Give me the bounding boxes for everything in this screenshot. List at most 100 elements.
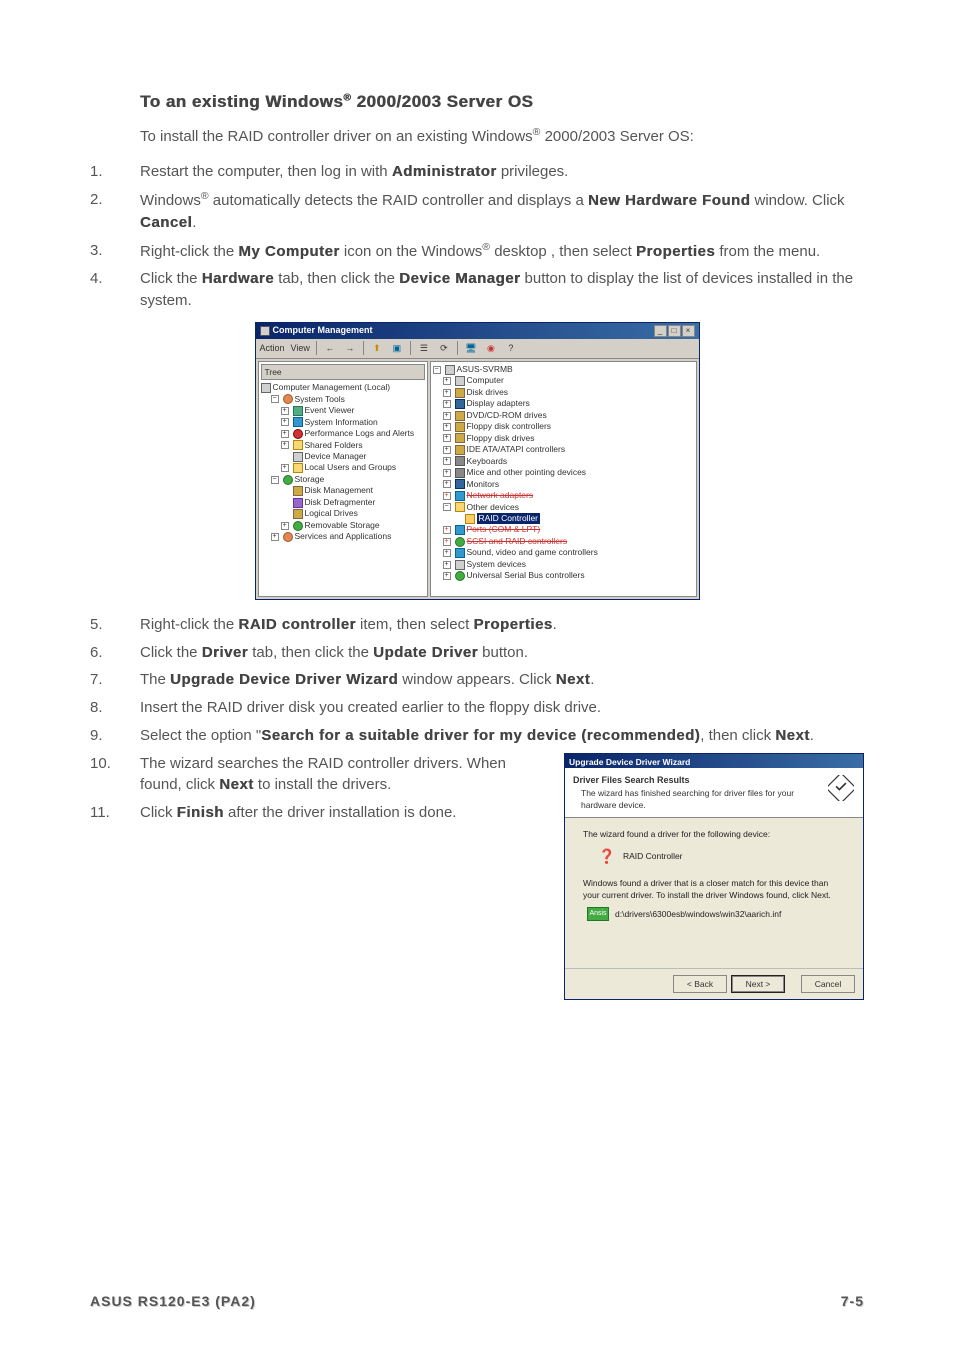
back-button[interactable]: < Back (673, 975, 727, 993)
maximize-button[interactable]: □ (668, 325, 681, 337)
collapse-icon[interactable]: − (433, 366, 441, 374)
refresh-icon[interactable]: ⟳ (437, 341, 451, 355)
help-icon[interactable]: ? (504, 341, 518, 355)
device-item[interactable]: +DVD/CD-ROM drives (433, 410, 694, 421)
step-text: The wizard searches the RAID controller … (140, 753, 550, 797)
device-item[interactable]: +Disk drives (433, 387, 694, 398)
expand-icon[interactable]: + (281, 418, 289, 426)
pc-icon[interactable]: 🖥 (464, 341, 478, 355)
device-item[interactable]: +IDE ATA/ATAPI controllers (433, 444, 694, 455)
tree-item[interactable]: +Event Viewer (261, 405, 425, 416)
update-driver-bold: Update Driver (373, 644, 478, 661)
expand-icon[interactable]: + (443, 389, 451, 397)
raid-controller-bold: RAID controller (238, 616, 356, 633)
expand-icon[interactable]: + (281, 522, 289, 530)
tree-item[interactable]: +Local Users and Groups (261, 462, 425, 473)
collapse-icon[interactable]: − (271, 395, 279, 403)
registered-mark: ® (201, 190, 209, 202)
device-item[interactable]: +Keyboards (433, 456, 694, 467)
tree-item[interactable]: +Services and Applications (261, 531, 425, 542)
device-item[interactable]: +Sound, video and game controllers (433, 547, 694, 558)
step-num: 4. (90, 268, 140, 312)
tree-item[interactable]: Logical Drives (261, 508, 425, 519)
tools-icon (283, 394, 293, 404)
menu-view[interactable]: View (291, 342, 310, 355)
expand-icon[interactable]: + (443, 446, 451, 454)
show-hide-icon[interactable]: ▣ (390, 341, 404, 355)
tree-item[interactable]: −System Tools (261, 394, 425, 405)
expand-icon[interactable]: + (443, 549, 451, 557)
expand-icon[interactable]: + (443, 434, 451, 442)
collapse-icon[interactable]: − (443, 503, 451, 511)
minimize-button[interactable]: _ (654, 325, 667, 337)
monitor-icon (455, 479, 465, 489)
device-item[interactable]: +System devices (433, 559, 694, 570)
device-item[interactable]: +Network adapters (433, 490, 694, 501)
scsi-icon (455, 537, 465, 547)
cancel-bold: Cancel (140, 214, 192, 231)
expand-icon[interactable]: + (271, 533, 279, 541)
registered-mark: ® (482, 241, 490, 253)
up-icon[interactable]: ⬆ (370, 341, 384, 355)
tree-item[interactable]: +Removable Storage (261, 520, 425, 531)
tree-item[interactable]: +Shared Folders (261, 440, 425, 451)
expand-icon[interactable]: + (443, 480, 451, 488)
intro-text: To install the RAID controller driver on… (140, 125, 864, 148)
driver-badge-icon: Ansis (587, 907, 609, 921)
expand-icon[interactable]: + (443, 538, 451, 546)
tree-item[interactable]: +Performance Logs and Alerts (261, 428, 425, 439)
forward-icon[interactable]: → (343, 341, 357, 355)
expand-icon[interactable]: + (281, 407, 289, 415)
ports-icon (455, 525, 465, 535)
collapse-icon[interactable]: − (271, 476, 279, 484)
driver-path-text: d:\drivers\6300esb\windows\win32\aarich.… (615, 908, 781, 920)
raid-controller-item[interactable]: RAID Controller (433, 513, 694, 524)
device-item[interactable]: +Mice and other pointing devices (433, 467, 694, 478)
tree-root[interactable]: Computer Management (Local) (261, 382, 425, 393)
device-root[interactable]: −ASUS-SVRMB (433, 364, 694, 375)
expand-icon[interactable]: + (443, 469, 451, 477)
close-button[interactable]: × (682, 325, 695, 337)
tree-item[interactable]: +System Information (261, 417, 425, 428)
device-item[interactable]: +Display adapters (433, 398, 694, 409)
next-button[interactable]: Next > (731, 975, 785, 993)
tree-item[interactable]: −Storage (261, 474, 425, 485)
back-icon[interactable]: ← (323, 341, 337, 355)
device-question-icon: ❓ (597, 847, 617, 867)
device-item[interactable]: +Floppy disk drives (433, 433, 694, 444)
step-text: Restart the computer, then log in with A… (140, 161, 864, 183)
expand-icon[interactable]: + (443, 526, 451, 534)
expand-icon[interactable]: + (443, 492, 451, 500)
device-item[interactable]: +Floppy disk controllers (433, 421, 694, 432)
expand-icon[interactable]: + (281, 464, 289, 472)
intro-line1: To install the RAID controller driver on… (140, 128, 533, 145)
expand-icon[interactable]: + (443, 423, 451, 431)
properties-icon[interactable]: ☰ (417, 341, 431, 355)
expand-icon[interactable]: + (443, 400, 451, 408)
device-item[interactable]: +Computer (433, 375, 694, 386)
tree-item[interactable]: Device Manager (261, 451, 425, 462)
expand-icon[interactable]: + (281, 441, 289, 449)
device-item[interactable]: +Monitors (433, 479, 694, 490)
tree-item[interactable]: Disk Defragmenter (261, 497, 425, 508)
expand-icon[interactable]: + (443, 377, 451, 385)
menu-action[interactable]: Action (260, 342, 285, 355)
device-item[interactable]: +Ports (COM & LPT) (433, 524, 694, 535)
defrag-icon (293, 498, 303, 508)
expand-icon[interactable]: + (281, 430, 289, 438)
step-text: Insert the RAID driver disk you created … (140, 697, 864, 719)
step-num: 9. (90, 725, 140, 747)
device-item[interactable]: +Universal Serial Bus controllers (433, 570, 694, 581)
device-item[interactable]: −Other devices (433, 502, 694, 513)
device-item[interactable]: +SCSI and RAID controllers (433, 536, 694, 547)
event-viewer-icon (293, 406, 303, 416)
expand-icon[interactable]: + (443, 412, 451, 420)
expand-icon[interactable]: + (443, 561, 451, 569)
scan-icon[interactable]: ◉ (484, 341, 498, 355)
expand-icon[interactable]: + (443, 572, 451, 580)
keyboard-icon (455, 456, 465, 466)
expand-icon[interactable]: + (443, 457, 451, 465)
tree-item[interactable]: Disk Management (261, 485, 425, 496)
cm-right-pane: −ASUS-SVRMB +Computer +Disk drives +Disp… (430, 361, 697, 597)
cancel-button[interactable]: Cancel (801, 975, 855, 993)
